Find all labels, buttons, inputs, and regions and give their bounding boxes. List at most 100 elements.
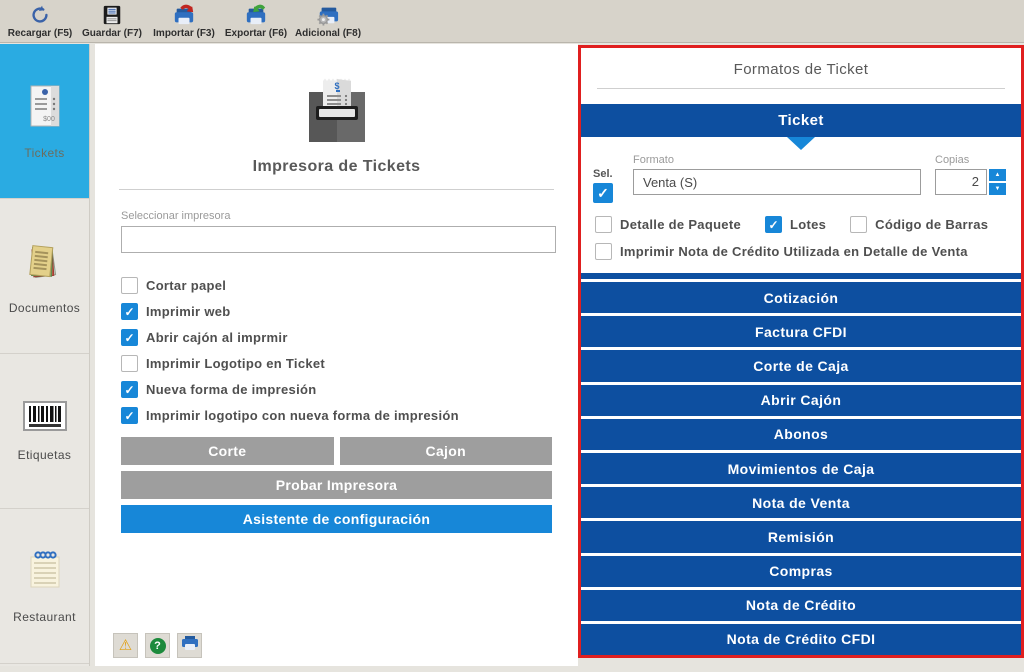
asistente-configuracion-button[interactable]: Asistente de configuración (121, 505, 552, 533)
section-cotizacion[interactable]: Cotización (581, 282, 1021, 313)
printer-options-list: Cortar papel Imprimir web Abrir cajón al… (121, 277, 578, 424)
sidebar-item-restaurant[interactable]: Restaurant (0, 509, 89, 664)
documents-icon (22, 238, 68, 289)
chevron-down-icon (787, 137, 815, 150)
checkbox-label: Lotes (790, 217, 826, 232)
divider (597, 88, 1005, 89)
section-corte-de-caja[interactable]: Corte de Caja (581, 350, 1021, 381)
toolbar-button-label: Recargar (F5) (8, 28, 72, 39)
additional-icon (315, 3, 341, 27)
checkbox-codigo-barras[interactable]: Código de Barras (850, 216, 988, 233)
checkbox-logotipo-ticket[interactable]: Imprimir Logotipo en Ticket (121, 355, 578, 372)
checkbox-label: Nueva forma de impresión (146, 382, 316, 397)
checkbox-imprimir-nota-credito[interactable]: Imprimir Nota de Crédito Utilizada en De… (595, 243, 968, 260)
help-button[interactable]: ? (145, 633, 170, 658)
checkbox-label: Imprimir logotipo con nueva forma de imp… (146, 408, 459, 423)
toolbar: Recargar (F5) Guardar (F7) Importar (F3)… (0, 0, 1024, 43)
importar-button[interactable]: Importar (F3) (148, 1, 220, 42)
help-icon: ? (150, 638, 166, 654)
checkbox-box (121, 329, 138, 346)
svg-text:$00: $00 (43, 116, 55, 123)
sidebar-item-documentos[interactable]: Documentos (0, 199, 89, 354)
guardar-button[interactable]: Guardar (F7) (76, 1, 148, 42)
checkbox-box (595, 216, 612, 233)
checkbox-detalle-paquete[interactable]: Detalle de Paquete (595, 216, 741, 233)
section-factura-cfdi[interactable]: Factura CFDI (581, 316, 1021, 347)
section-header-ticket[interactable]: Ticket (581, 104, 1021, 137)
checkbox-box (121, 381, 138, 398)
sidebar-item-etiquetas[interactable]: Etiquetas (0, 354, 89, 509)
copias-stepper: 2 ▲ ▼ (935, 169, 1009, 195)
checkbox-box (121, 277, 138, 294)
checkbox-imprimir-web[interactable]: Imprimir web (121, 303, 578, 320)
sidebar: $00 Tickets Documentos Etiquetas Restaur… (0, 44, 90, 666)
section-bottom-bar (581, 273, 1021, 279)
toolbar-button-label: Guardar (F7) (82, 28, 142, 39)
checkbox-lotes[interactable]: Lotes (765, 216, 826, 233)
section-nota-de-credito-cfdi[interactable]: Nota de Crédito CFDI (581, 624, 1021, 655)
formato-label: Formato (633, 154, 921, 166)
barcode-icon (23, 401, 67, 436)
checkbox-cortar-papel[interactable]: Cortar papel (121, 277, 578, 294)
checkbox-abrir-cajon[interactable]: Abrir cajón al imprmir (121, 329, 578, 346)
checkbox-label: Imprimir Nota de Crédito Utilizada en De… (620, 244, 968, 259)
exportar-button[interactable]: Exportar (F6) (220, 1, 292, 42)
adicional-button[interactable]: Adicional (F8) (292, 1, 364, 42)
checkbox-label: Detalle de Paquete (620, 217, 741, 232)
sidebar-item-label: Tickets (24, 146, 64, 160)
ticket-printer-icon: $ (299, 72, 375, 148)
checkbox-label: Imprimir Logotipo en Ticket (146, 356, 325, 371)
checkbox-logotipo-nueva-forma[interactable]: Imprimir logotipo con nueva forma de imp… (121, 407, 578, 424)
checkbox-nueva-forma[interactable]: Nueva forma de impresión (121, 381, 578, 398)
ticket-format-form: Sel. Formato Copias 2 ▲ ▼ (593, 154, 1009, 203)
sidebar-item-label: Restaurant (13, 610, 76, 624)
section-compras[interactable]: Compras (581, 556, 1021, 587)
formats-panel-title: Formatos de Ticket (581, 61, 1021, 78)
cajon-button[interactable]: Cajon (340, 437, 553, 465)
section-nota-de-credito[interactable]: Nota de Crédito (581, 590, 1021, 621)
copias-label: Copias (935, 154, 1009, 166)
warning-icon: ⚠ (119, 638, 132, 653)
select-printer-input[interactable] (121, 226, 556, 253)
corte-button[interactable]: Corte (121, 437, 334, 465)
printer-settings-panel: $ Impresora de Tickets Seleccionar impre… (95, 44, 578, 666)
recargar-button[interactable]: Recargar (F5) (4, 1, 76, 42)
checkbox-label: Abrir cajón al imprmir (146, 330, 288, 345)
sidebar-item-label: Etiquetas (18, 448, 72, 462)
import-icon (171, 3, 197, 27)
refresh-icon (29, 3, 51, 27)
test-buttons-row: Corte Cajon (121, 437, 552, 465)
sel-label: Sel. (593, 168, 627, 180)
section-abonos[interactable]: Abonos (581, 419, 1021, 450)
section-remision[interactable]: Remisión (581, 521, 1021, 552)
print-icon (181, 636, 199, 656)
section-abrir-cajon[interactable]: Abrir Cajón (581, 385, 1021, 416)
toolbar-button-label: Exportar (F6) (225, 28, 287, 39)
svg-text:$: $ (334, 81, 339, 91)
copias-up-button[interactable]: ▲ (989, 169, 1006, 181)
sidebar-item-tickets[interactable]: $00 Tickets (0, 44, 89, 199)
formato-input[interactable] (633, 169, 921, 195)
section-movimientos-de-caja[interactable]: Movimientos de Caja (581, 453, 1021, 484)
ticket-options-row-2: Imprimir Nota de Crédito Utilizada en De… (595, 243, 1007, 260)
copias-down-button[interactable]: ▼ (989, 183, 1006, 195)
restaurant-icon (23, 549, 67, 598)
copias-value[interactable]: 2 (935, 169, 987, 195)
section-nota-de-venta[interactable]: Nota de Venta (581, 487, 1021, 518)
ticket-formats-panel: Formatos de Ticket Ticket Sel. Formato C… (578, 45, 1024, 658)
footer-icon-bar: ⚠ ? (113, 633, 202, 658)
ticket-icon: $00 (27, 83, 63, 134)
sel-checkbox[interactable] (593, 183, 613, 203)
checkbox-box (121, 303, 138, 320)
sidebar-item-label: Documentos (9, 301, 80, 315)
toolbar-button-label: Importar (F3) (153, 28, 215, 39)
print-button[interactable] (177, 633, 202, 658)
checkbox-label: Código de Barras (875, 217, 988, 232)
checkbox-box (595, 243, 612, 260)
select-printer-label: Seleccionar impresora (121, 210, 578, 222)
checkbox-box (850, 216, 867, 233)
probar-impresora-button[interactable]: Probar Impresora (121, 471, 552, 499)
warning-button[interactable]: ⚠ (113, 633, 138, 658)
checkbox-box (121, 355, 138, 372)
toolbar-button-label: Adicional (F8) (295, 28, 361, 39)
